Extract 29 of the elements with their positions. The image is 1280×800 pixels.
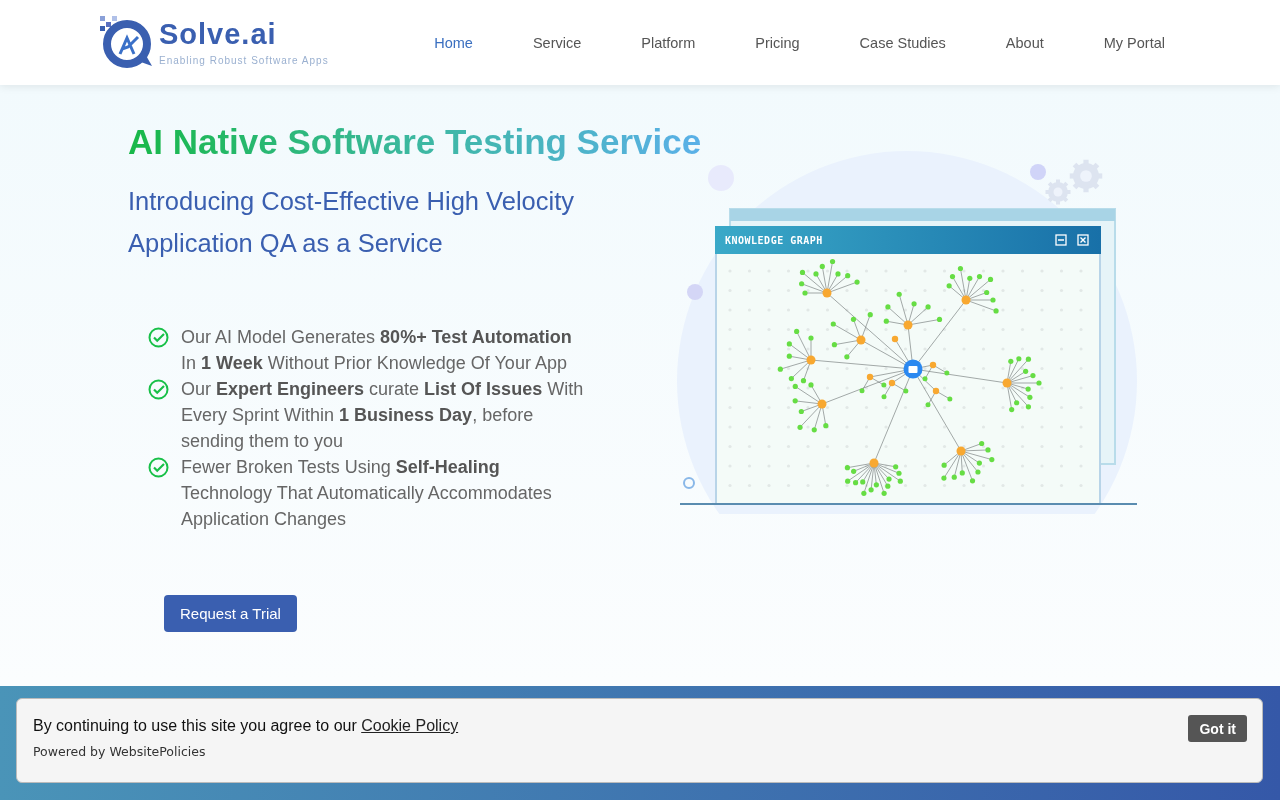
check-circle-icon bbox=[148, 379, 169, 400]
request-trial-button[interactable]: Request a Trial bbox=[164, 595, 297, 632]
check-circle-icon bbox=[148, 327, 169, 348]
nav-link[interactable]: About bbox=[975, 34, 1074, 51]
central-node-icon bbox=[903, 359, 923, 379]
minimize-icon[interactable] bbox=[1055, 234, 1067, 246]
powered-by-text: Powered by WebsitePolicies bbox=[33, 744, 207, 759]
cookie-policy-link[interactable]: Cookie Policy bbox=[361, 717, 459, 734]
feature-text: Our Expert Engineers curate List Of Issues With Every Sprint Within 1 Business Day, before sending them to you bbox=[181, 378, 585, 453]
nav-link[interactable]: Pricing bbox=[725, 34, 830, 51]
hero-subtitle: Introducing Cost-Effective High Velocity Application QA as a Service bbox=[128, 186, 575, 259]
dot-decoration bbox=[1030, 164, 1046, 180]
logo-icon bbox=[100, 16, 153, 69]
got-it-button[interactable]: Got it bbox=[1188, 715, 1247, 742]
check-circle-icon bbox=[148, 457, 169, 478]
gear-icon bbox=[1045, 179, 1071, 205]
nav-link[interactable]: Home bbox=[404, 34, 503, 51]
nav-link[interactable]: Platform bbox=[611, 34, 726, 51]
logo-tagline: Enabling Robust Software Apps bbox=[159, 55, 329, 66]
logo-name: Solve.ai bbox=[159, 19, 278, 49]
window-title: KNOWLEDGE GRAPH bbox=[725, 234, 823, 246]
feature-text: Fewer Broken Tests Using Self-Healing Technology That Automatically Accommodates Application Changes bbox=[181, 456, 553, 531]
nav-link[interactable]: Case Studies bbox=[829, 34, 976, 51]
close-icon[interactable] bbox=[1077, 234, 1089, 246]
nav-link[interactable]: My Portal bbox=[1073, 34, 1165, 51]
gear-icon bbox=[1069, 159, 1103, 193]
dot-decoration bbox=[687, 284, 703, 300]
ring-decoration bbox=[683, 477, 695, 489]
nav-link[interactable]: Service bbox=[502, 34, 612, 51]
